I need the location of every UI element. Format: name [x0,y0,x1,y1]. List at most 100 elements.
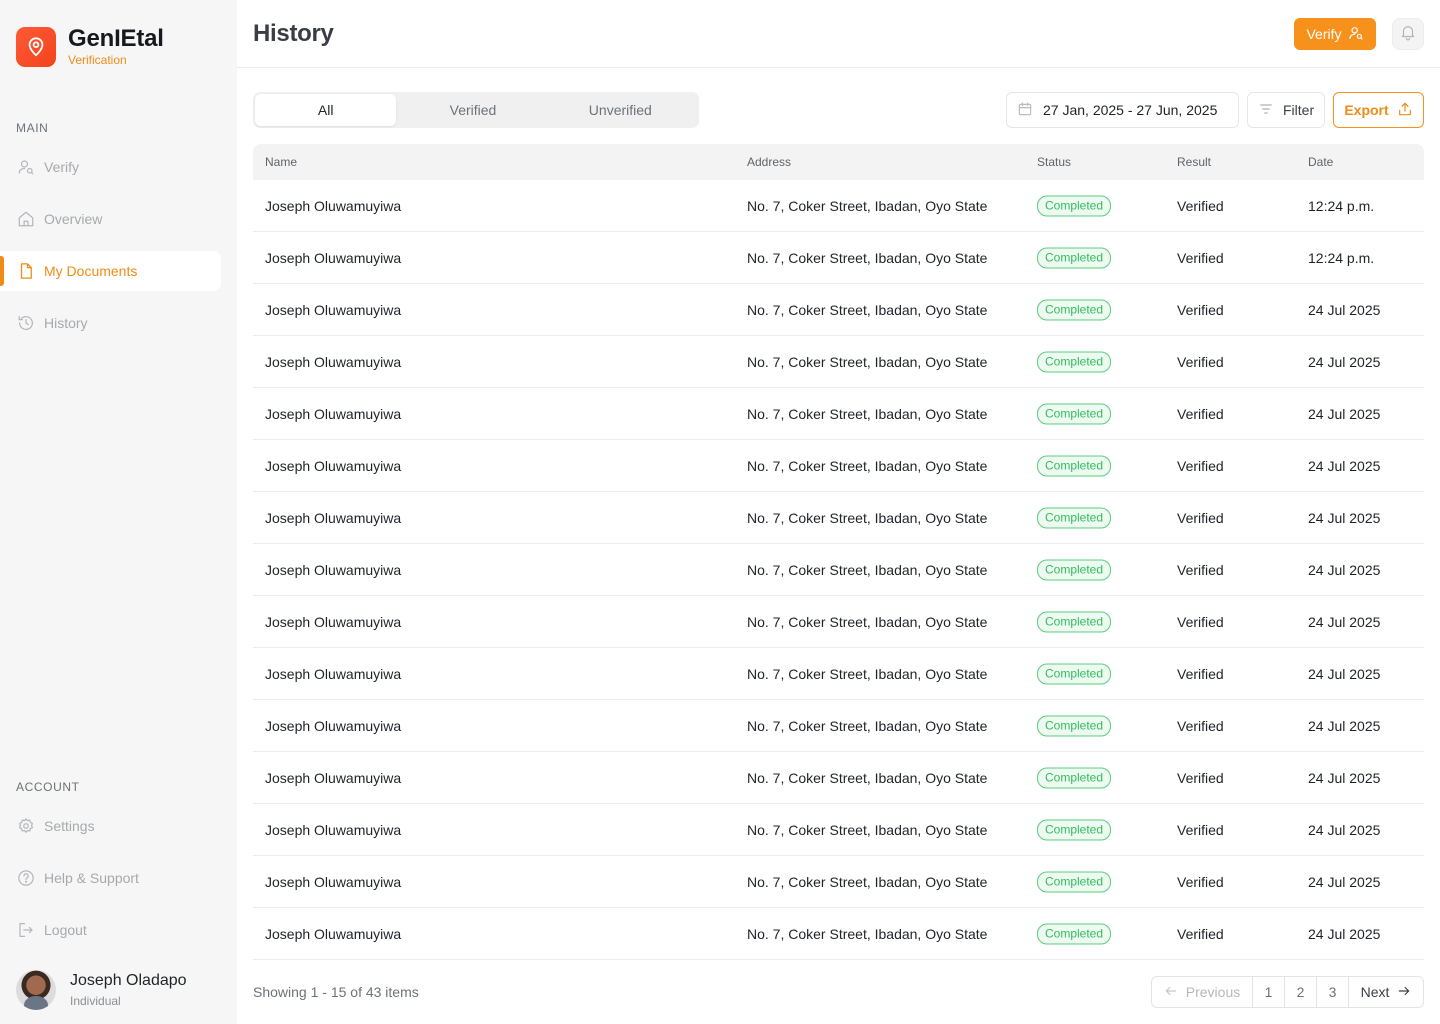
avatar [16,970,56,1010]
arrow-left-icon [1164,984,1186,1001]
sidebar-item-label: History [44,315,88,331]
date-range-picker[interactable]: 27 Jan, 2025 - 27 Jun, 2025 [1006,92,1239,128]
cell-result: Verified [1177,769,1224,786]
cell-date: 24 Jul 2025 [1308,665,1381,682]
brand[interactable]: GenIEtal Verification [16,26,164,67]
sidebar-item-settings[interactable]: Settings [0,806,221,846]
status-badge: Completed [1037,507,1112,528]
cell-address: No. 7, Coker Street, Ibadan, Oyo State [747,249,988,266]
page-3-button[interactable]: 3 [1317,977,1349,1007]
pagination: Previous 1 2 3 Next [1151,976,1424,1008]
table-row[interactable]: Joseph Oluwamuyiwa No. 7, Coker Street, I… [253,752,1424,804]
export-button[interactable]: Export [1333,92,1424,128]
table-row[interactable]: Joseph Oluwamuyiwa No. 7, Coker Street, I… [253,596,1424,648]
cell-name: Joseph Oluwamuyiwa [265,925,402,942]
column-header-name[interactable]: Name [265,155,297,169]
home-icon [16,209,36,229]
status-badge: Completed [1037,351,1112,372]
column-header-status[interactable]: Status [1037,155,1071,169]
tab-all[interactable]: All [255,94,397,126]
cell-address: No. 7, Coker Street, Ibadan, Oyo State [747,301,988,318]
user-search-icon [16,157,36,177]
cell-result: Verified [1177,353,1224,370]
table-row[interactable]: Joseph Oluwamuyiwa No. 7, Coker Street, I… [253,700,1424,752]
table-row[interactable]: Joseph Oluwamuyiwa No. 7, Coker Street, I… [253,336,1424,388]
table-row[interactable]: Joseph Oluwamuyiwa No. 7, Coker Street, I… [253,440,1424,492]
column-header-result[interactable]: Result [1177,155,1211,169]
cell-result: Verified [1177,509,1224,526]
cell-date: 24 Jul 2025 [1308,509,1381,526]
column-header-date[interactable]: Date [1308,155,1333,169]
status-badge: Completed [1037,299,1112,320]
previous-page-button[interactable]: Previous [1152,977,1253,1007]
table-row[interactable]: Joseph Oluwamuyiwa No. 7, Coker Street, I… [253,804,1424,856]
column-header-address[interactable]: Address [747,155,791,169]
next-page-button[interactable]: Next [1349,977,1423,1007]
filter-button-label: Filter [1283,102,1315,118]
date-range-value: 27 Jan, 2025 - 27 Jun, 2025 [1043,102,1218,118]
cell-name: Joseph Oluwamuyiwa [265,769,402,786]
cell-date: 24 Jul 2025 [1308,613,1381,630]
notification-bell-button[interactable] [1392,18,1424,50]
cell-address: No. 7, Coker Street, Ibadan, Oyo State [747,613,988,630]
status-badge: Completed [1037,247,1112,268]
cell-result: Verified [1177,873,1224,890]
table-row[interactable]: Joseph Oluwamuyiwa No. 7, Coker Street, I… [253,180,1424,232]
user-profile[interactable]: Joseph Oladapo Individual [16,970,187,1010]
status-badge: Completed [1037,611,1112,632]
page-2-button[interactable]: 2 [1285,977,1317,1007]
cell-date: 24 Jul 2025 [1308,405,1381,422]
user-search-icon [1342,25,1364,44]
cell-name: Joseph Oluwamuyiwa [265,509,402,526]
cell-result: Verified [1177,197,1224,214]
user-role: Individual [70,994,121,1008]
filter-button[interactable]: Filter [1247,92,1325,128]
status-badge: Completed [1037,195,1112,216]
table-row[interactable]: Joseph Oluwamuyiwa No. 7, Coker Street, I… [253,232,1424,284]
table-body: Joseph Oluwamuyiwa No. 7, Coker Street, I… [253,180,1424,960]
sidebar-item-logout[interactable]: Logout [0,910,221,950]
header: History Verify [237,0,1440,68]
cell-address: No. 7, Coker Street, Ibadan, Oyo State [747,353,988,370]
verify-button[interactable]: Verify [1294,18,1376,50]
cell-result: Verified [1177,717,1224,734]
table-row[interactable]: Joseph Oluwamuyiwa No. 7, Coker Street, I… [253,544,1424,596]
cell-name: Joseph Oluwamuyiwa [265,665,402,682]
table-row[interactable]: Joseph Oluwamuyiwa No. 7, Coker Street, I… [253,492,1424,544]
page-1-button[interactable]: 1 [1253,977,1285,1007]
status-badge: Completed [1037,403,1112,424]
sidebar-item-help-support[interactable]: Help & Support [0,858,221,898]
sidebar-item-label: Settings [44,818,95,834]
sidebar-item-overview[interactable]: Overview [0,199,221,239]
cell-name: Joseph Oluwamuyiwa [265,717,402,734]
table-row[interactable]: Joseph Oluwamuyiwa No. 7, Coker Street, I… [253,284,1424,336]
cell-date: 24 Jul 2025 [1308,561,1381,578]
cell-date: 12:24 p.m. [1308,249,1375,266]
cell-address: No. 7, Coker Street, Ibadan, Oyo State [747,925,988,942]
status-badge: Completed [1037,923,1112,944]
sidebar-item-my-documents[interactable]: My Documents [0,251,221,291]
sidebar-item-verify[interactable]: Verify [0,147,221,187]
cell-name: Joseph Oluwamuyiwa [265,353,402,370]
status-badge: Completed [1037,767,1112,788]
page-title: History [253,20,334,47]
tab-verified[interactable]: Verified [402,94,543,126]
table-row[interactable]: Joseph Oluwamuyiwa No. 7, Coker Street, I… [253,388,1424,440]
cell-address: No. 7, Coker Street, Ibadan, Oyo State [747,509,988,526]
history-table: Name Address Status Result Date Joseph O… [253,144,1424,960]
sidebar-item-history[interactable]: History [0,303,221,343]
user-name: Joseph Oladapo [70,972,187,989]
cell-date: 12:24 p.m. [1308,197,1375,214]
cell-date: 24 Jul 2025 [1308,717,1381,734]
pagination-summary: Showing 1 - 15 of 43 items [253,984,419,1000]
table-row[interactable]: Joseph Oluwamuyiwa No. 7, Coker Street, I… [253,648,1424,700]
table-row[interactable]: Joseph Oluwamuyiwa No. 7, Coker Street, I… [253,856,1424,908]
table-row[interactable]: Joseph Oluwamuyiwa No. 7, Coker Street, I… [253,908,1424,960]
cell-result: Verified [1177,665,1224,682]
section-label-main: MAIN [16,121,49,135]
upload-icon [1389,101,1413,120]
filter-tabs: All Verified Unverified [253,92,699,128]
cell-date: 24 Jul 2025 [1308,873,1381,890]
status-badge: Completed [1037,455,1112,476]
tab-unverified[interactable]: Unverified [550,94,691,126]
